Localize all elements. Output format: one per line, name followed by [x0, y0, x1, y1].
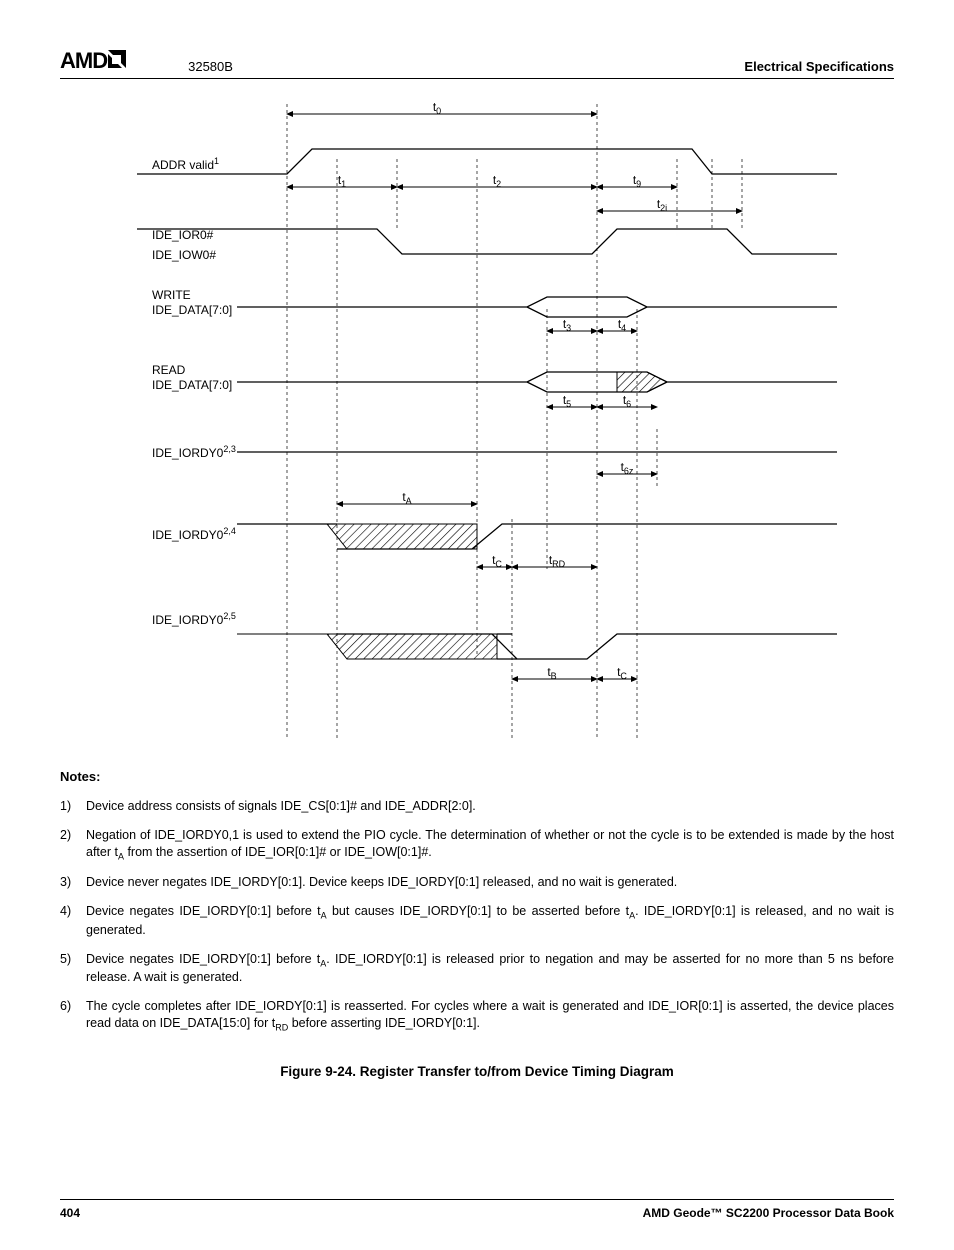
svg-text:IDE_IORDY02,3: IDE_IORDY02,3	[152, 444, 236, 460]
svg-text:tA: tA	[402, 490, 411, 506]
svg-text:t0: t0	[433, 100, 441, 116]
svg-text:IDE_IORDY02,4: IDE_IORDY02,4	[152, 526, 236, 542]
svg-text:t2i: t2i	[657, 197, 667, 213]
page-number: 404	[60, 1206, 80, 1220]
svg-text:tC: tC	[492, 553, 502, 569]
svg-text:t4: t4	[618, 317, 626, 333]
note-item: 4) Device negates IDE_IORDY[0:1] before …	[60, 903, 894, 939]
svg-text:tC: tC	[617, 665, 627, 681]
page-footer: 404 AMD Geode™ SC2200 Processor Data Boo…	[60, 1199, 894, 1220]
timing-diagram: t0 ADDR valid1 t1 t2 t9 t2i IDE_IOR0# ID…	[60, 99, 894, 739]
svg-text:IDE_IORDY02,5: IDE_IORDY02,5	[152, 611, 236, 627]
svg-text:t5: t5	[563, 393, 571, 409]
svg-text:t9: t9	[633, 173, 641, 189]
note-item: 1) Device address consists of signals ID…	[60, 798, 894, 815]
note-item: 6) The cycle completes after IDE_IORDY[0…	[60, 998, 894, 1034]
notes-heading: Notes:	[60, 769, 894, 784]
figure-caption: Figure 9-24. Register Transfer to/from D…	[60, 1064, 894, 1079]
svg-text:READ: READ	[152, 363, 186, 377]
svg-text:t6: t6	[623, 393, 631, 409]
svg-text:IDE_DATA[7:0]: IDE_DATA[7:0]	[152, 378, 232, 392]
svg-text:IDE_DATA[7:0]: IDE_DATA[7:0]	[152, 303, 232, 317]
section-title: Electrical Specifications	[744, 59, 894, 74]
svg-text:t6z: t6z	[621, 460, 634, 476]
svg-text:WRITE: WRITE	[152, 288, 191, 302]
svg-text:t2: t2	[493, 173, 501, 189]
note-item: 5) Device negates IDE_IORDY[0:1] before …	[60, 951, 894, 987]
svg-text:t3: t3	[563, 317, 571, 333]
svg-text:tB: tB	[547, 665, 556, 681]
svg-text:IDE_IOR0#: IDE_IOR0#	[152, 228, 214, 242]
svg-text:ADDR valid1: ADDR valid1	[152, 156, 219, 172]
note-item: 2) Negation of IDE_IORDY0,1 is used to e…	[60, 827, 894, 863]
page-header: AMD 32580B Electrical Specifications	[60, 48, 894, 79]
notes-list: 1) Device address consists of signals ID…	[60, 798, 894, 1034]
note-item: 3) Device never negates IDE_IORDY[0:1]. …	[60, 874, 894, 891]
amd-logo: AMD	[60, 48, 128, 74]
doc-id: 32580B	[188, 59, 233, 74]
svg-text:tRD: tRD	[549, 553, 566, 569]
book-title: AMD Geode™ SC2200 Processor Data Book	[643, 1206, 894, 1220]
svg-text:IDE_IOW0#: IDE_IOW0#	[152, 248, 216, 262]
svg-text:t1: t1	[338, 173, 346, 189]
